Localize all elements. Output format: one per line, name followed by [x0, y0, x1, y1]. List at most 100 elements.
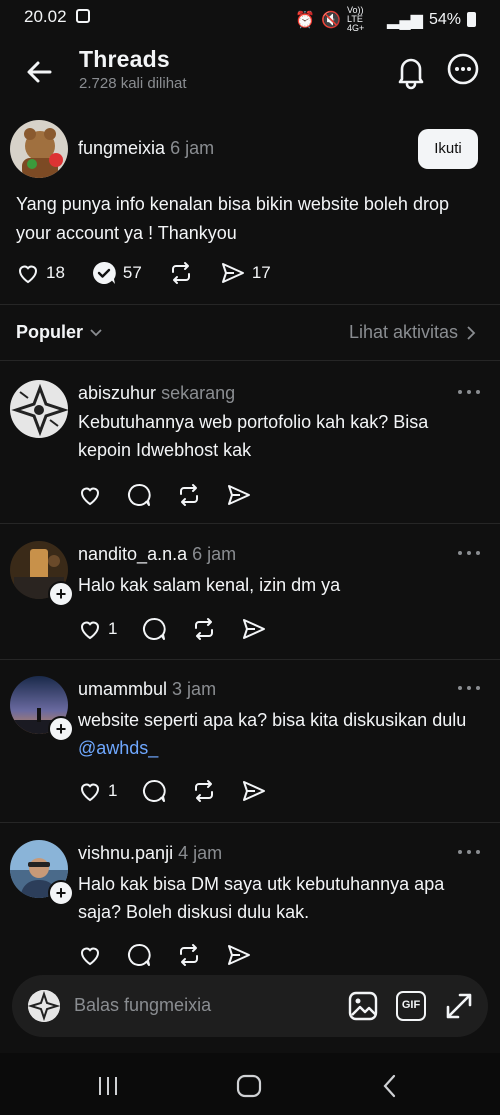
heart-icon: [18, 265, 38, 284]
follow-plus-button[interactable]: +: [48, 880, 74, 906]
more-horizontal-icon: [458, 390, 480, 394]
reply-actions: [78, 482, 276, 508]
activity-label: Lihat aktivitas: [348, 322, 458, 342]
repost-button[interactable]: [168, 260, 194, 286]
image-icon: [348, 991, 378, 1021]
more-circle-icon: [447, 53, 479, 85]
share-button[interactable]: 17: [220, 260, 271, 286]
reply-more-button[interactable]: [456, 388, 482, 398]
post-username[interactable]: fungmeixia: [78, 138, 165, 158]
reply-text: website seperti apa ka? bisa kita diskus…: [78, 706, 478, 762]
share-button[interactable]: [241, 616, 267, 642]
reply-username[interactable]: abiszuhur: [78, 383, 156, 403]
reply-author[interactable]: nandito_a.n.a 6 jam: [78, 544, 236, 565]
heart-icon: [80, 783, 100, 802]
notifications-button[interactable]: [392, 52, 430, 90]
mention-link[interactable]: @awhds_: [78, 738, 158, 758]
repost-icon: [180, 484, 198, 506]
reply-username[interactable]: vishnu.panji: [78, 843, 173, 863]
app-bar: Threads 2.728 kali dilihat: [0, 34, 500, 106]
share-count: 17: [251, 263, 271, 282]
reply-username[interactable]: nandito_a.n.a: [78, 544, 187, 564]
chevron-right-icon: [467, 325, 476, 340]
follow-button[interactable]: Ikuti: [418, 129, 478, 169]
heart-icon: [80, 487, 100, 506]
status-right: ⏰ 🔇 Vo)) LTE 4G+ ▂▄▆ 54%: [295, 6, 476, 33]
repost-button[interactable]: [176, 942, 202, 968]
repost-icon: [195, 618, 214, 640]
reply-check-icon: [92, 261, 116, 284]
view-activity-link[interactable]: Lihat aktivitas: [349, 322, 476, 343]
comment-button[interactable]: [141, 616, 167, 642]
reply-text: Halo kak salam kenal, izin dm ya: [78, 575, 341, 595]
sort-label: Populer: [16, 322, 84, 342]
like-button[interactable]: 1: [78, 617, 117, 641]
send-icon: [228, 485, 250, 505]
like-button[interactable]: [78, 483, 102, 507]
reply-author[interactable]: umammbul 3 jam: [78, 679, 216, 700]
send-icon: [228, 945, 250, 965]
like-button[interactable]: 1: [78, 779, 117, 803]
like-button[interactable]: [78, 943, 102, 967]
status-time: 20.02: [24, 7, 67, 26]
reply-composer[interactable]: Balas fungmeixia GIF: [12, 975, 488, 1037]
reply-avatar[interactable]: [10, 380, 68, 438]
reply-more-button[interactable]: [456, 848, 482, 858]
repost-button[interactable]: [176, 482, 202, 508]
reply-button[interactable]: 57: [91, 260, 142, 286]
like-count: 1: [108, 781, 118, 800]
post-time: 6 jam: [170, 138, 215, 158]
reply-actions: 1: [78, 778, 291, 804]
status-bar: 20.02 ⏰ 🔇 Vo)) LTE 4G+ ▂▄▆ 54%: [0, 0, 500, 34]
like-count: 18: [46, 263, 65, 282]
gif-button[interactable]: GIF: [396, 991, 426, 1021]
gallery-notification-icon: [76, 8, 90, 28]
comment-icon: [143, 780, 167, 802]
reply-actions: 1: [78, 616, 291, 642]
reply-author[interactable]: abiszuhur sekarang: [78, 383, 235, 404]
back-nav-button[interactable]: [380, 1073, 398, 1099]
like-button[interactable]: 18: [16, 261, 65, 285]
follow-plus-button[interactable]: +: [48, 716, 74, 742]
reply-username[interactable]: umammbul: [78, 679, 167, 699]
sort-dropdown[interactable]: Populer: [16, 322, 103, 343]
signal-icon: ▂▄▆: [387, 11, 423, 29]
battery-percent: 54%: [428, 10, 461, 28]
expand-button[interactable]: [444, 991, 474, 1021]
share-button[interactable]: [226, 942, 252, 968]
back-button[interactable]: [22, 54, 58, 90]
repost-button[interactable]: [191, 616, 217, 642]
chevron-down-icon: [90, 328, 102, 336]
comment-icon: [143, 618, 167, 640]
post-author[interactable]: fungmeixia 6 jam: [78, 138, 214, 159]
reply-text-body: website seperti apa ka? bisa kita diskus…: [78, 710, 467, 730]
comment-icon: [128, 944, 151, 966]
reply-actions: [78, 942, 276, 968]
battery-icon: [467, 12, 476, 27]
comment-button[interactable]: [126, 482, 152, 508]
divider: [0, 822, 500, 823]
home-button[interactable]: [236, 1074, 262, 1098]
image-attach-button[interactable]: [348, 991, 378, 1021]
follow-plus-button[interactable]: +: [48, 581, 74, 607]
page-title: Threads: [79, 46, 170, 72]
share-button[interactable]: [241, 778, 267, 804]
title-block: Threads 2.728 kali dilihat: [79, 46, 187, 92]
reply-time: 4 jam: [178, 843, 223, 863]
reply-input[interactable]: Balas fungmeixia: [74, 995, 211, 1016]
share-button[interactable]: [226, 482, 252, 508]
send-icon: [221, 263, 244, 283]
reply-count: 57: [122, 263, 142, 282]
recents-icon: [99, 1077, 117, 1095]
expand-icon: [446, 993, 472, 1019]
recent-apps-button[interactable]: [96, 1075, 120, 1097]
reply-more-button[interactable]: [456, 549, 482, 559]
comment-button[interactable]: [126, 942, 152, 968]
alarm-icon: ⏰: [295, 11, 316, 29]
more-options-button[interactable]: [446, 52, 480, 86]
reply-more-button[interactable]: [456, 684, 482, 694]
repost-button[interactable]: [191, 778, 217, 804]
reply-author[interactable]: vishnu.panji 4 jam: [78, 843, 222, 864]
post-avatar[interactable]: [10, 120, 68, 178]
comment-button[interactable]: [141, 778, 167, 804]
